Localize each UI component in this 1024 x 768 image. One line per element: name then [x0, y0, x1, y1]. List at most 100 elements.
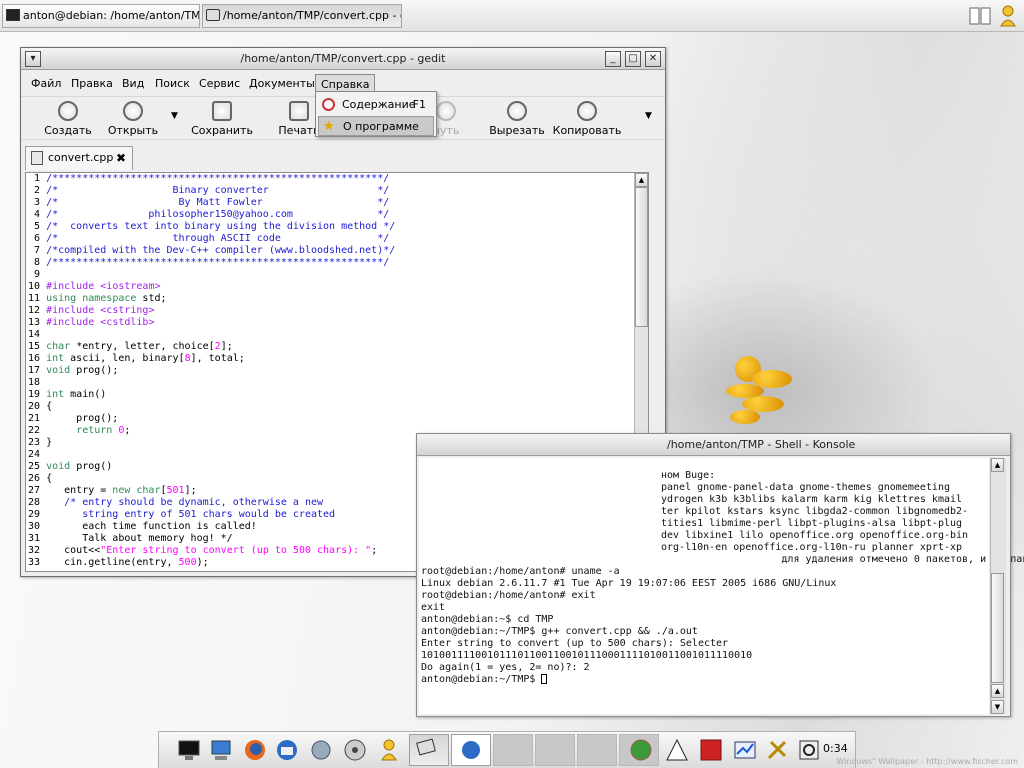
window-menu-button[interactable]: ▾ — [25, 51, 41, 67]
taskbar-button-gedit[interactable] — [409, 734, 449, 766]
maximize-button[interactable]: □ — [625, 51, 641, 67]
code-line: 15 char *entry, letter, choice[2]; — [28, 341, 233, 352]
scrollbar-thumb[interactable] — [991, 573, 1004, 683]
code-line: 7 /*compiled with the Dev-C++ compiler (… — [28, 245, 396, 256]
code-line: 2 /* Binary converter */ — [28, 185, 390, 196]
globe-icon[interactable] — [629, 738, 653, 762]
code-line: 16 int ascii, len, binary[8], total; — [28, 353, 245, 364]
book-icon[interactable] — [968, 4, 992, 28]
taskbar-item-gedit[interactable]: /home/anton/TMP/convert.cpp - gedi — [202, 4, 402, 28]
konsole-titlebar[interactable]: /home/anton/TMP - Shell - Konsole — [417, 434, 1010, 456]
wallpaper-watermark: Windows" Wallpaper - http://www.fischer.… — [836, 757, 1018, 766]
about-label: О программе — [343, 120, 419, 133]
text-editor-icon — [206, 9, 220, 21]
scroll-down-icon[interactable]: ▼ — [991, 700, 1004, 714]
taskbar-item-konsole[interactable]: anton@debian: /home/anton/TMP - S — [2, 4, 200, 28]
thunderbird-icon[interactable] — [275, 738, 299, 762]
tux-icon[interactable] — [665, 738, 689, 762]
code-line: 1 /*************************************… — [28, 173, 390, 184]
code-line: 6 /* through ASCII code */ — [28, 233, 390, 244]
code-line: 19 int main() — [28, 389, 107, 400]
terminal-line: anton@debian:~$ cd TMP — [421, 614, 554, 625]
wallpaper-stamen — [730, 410, 760, 424]
code-line: 17 void prog(); — [28, 365, 119, 376]
open-recent-dropdown-icon[interactable]: ▼ — [171, 111, 178, 121]
taskbar-button-empty[interactable] — [493, 734, 533, 766]
user-icon[interactable] — [377, 738, 401, 762]
top-panel: anton@debian: /home/anton/TMP - S /home/… — [0, 0, 1024, 32]
code-line: 9 — [28, 269, 41, 280]
bottom-panel: 0:34 — [158, 731, 856, 768]
computer-icon[interactable] — [209, 738, 233, 762]
terminal-line: ter kpilot kstars ksync libgda2-common l… — [661, 506, 969, 517]
terminal-line: Enter string to convert (up to 500 chars… — [421, 638, 729, 649]
konsole-title: /home/anton/TMP - Shell - Konsole — [667, 438, 856, 451]
taskbar-button-empty[interactable] — [577, 734, 617, 766]
tools-icon[interactable] — [765, 738, 789, 762]
scroll-down-icon[interactable]: ▲ — [991, 684, 1004, 698]
tab-convert-cpp[interactable]: convert.cpp ✖ — [25, 146, 133, 170]
code-line: 3 /* By Matt Fowler */ — [28, 197, 390, 208]
office-icon[interactable] — [699, 738, 723, 762]
taskbar-item-label: /home/anton/TMP/convert.cpp - gedi — [223, 9, 401, 22]
menu-item-contents[interactable]: Содержание F1 — [318, 95, 434, 115]
copy-button[interactable]: Копировать — [551, 99, 623, 139]
star-icon: ★ — [323, 119, 335, 134]
network-icon[interactable] — [309, 738, 333, 762]
terminal-line: anton@debian:~/TMP$ — [421, 674, 1024, 686]
code-line: 14 — [28, 329, 41, 340]
terminal-line: panel gnome-panel-data gnome-themes gnom… — [661, 482, 950, 493]
code-line: 18 — [28, 377, 41, 388]
menu-file[interactable]: Файл — [26, 74, 66, 93]
new-button[interactable]: Создать — [43, 99, 93, 139]
cd-player-icon[interactable] — [343, 738, 367, 762]
scrollbar-thumb[interactable] — [635, 187, 648, 327]
minimize-button[interactable]: _ — [605, 51, 621, 67]
firefox-icon[interactable] — [243, 738, 267, 762]
menu-view[interactable]: Вид — [117, 74, 149, 93]
menu-search[interactable]: Поиск — [150, 74, 195, 93]
paste-icon — [436, 101, 456, 121]
scroll-up-icon[interactable]: ▲ — [991, 458, 1004, 472]
copy-label: Копировать — [552, 124, 622, 137]
code-line: 5 /* converts text into binary using the… — [28, 221, 396, 232]
taskbar-button-thunderbird[interactable] — [451, 734, 491, 766]
close-tab-icon[interactable]: ✖ — [116, 147, 126, 169]
taskbar-button-empty[interactable] — [535, 734, 575, 766]
code-line: 10 #include <iostream> — [28, 281, 161, 292]
terminal-scrollbar[interactable]: ▲ ▲ ▼ — [990, 458, 1006, 714]
scroll-up-icon[interactable]: ▲ — [635, 173, 648, 187]
terminal-line: для удаления отмечено 0 пакетов, и 45 па… — [781, 554, 1024, 565]
chart-app-icon[interactable] — [733, 738, 757, 762]
terminal-line: Linux debian 2.6.11.7 #1 Tue Apr 19 19:0… — [421, 578, 837, 589]
code-line: 8 /*************************************… — [28, 257, 390, 268]
gedit-titlebar[interactable]: ▾ /home/anton/TMP/convert.cpp - gedit _ … — [21, 48, 665, 70]
copy-icon — [577, 101, 597, 121]
user-icon[interactable] — [996, 4, 1020, 28]
lifebuoy-icon — [322, 98, 335, 111]
terminal-line: org-l10n-en openoffice.org-l10n-ru plann… — [661, 542, 963, 553]
cut-button[interactable]: Вырезать — [489, 99, 545, 139]
konsole-window: /home/anton/TMP - Shell - Konsole ном Bu… — [416, 433, 1024, 717]
menu-item-about[interactable]: ★ О программе — [318, 116, 434, 136]
toolbar-overflow-icon[interactable]: ▼ — [645, 111, 652, 121]
menu-tools[interactable]: Сервис — [194, 74, 245, 93]
document-tabs: convert.cpp ✖ — [21, 142, 665, 170]
file-icon — [31, 151, 43, 165]
power-icon[interactable] — [797, 738, 821, 762]
code-line: 21 prog(); — [28, 413, 119, 424]
save-label: Сохранить — [191, 124, 253, 137]
terminal-line: root@debian:/home/anton# exit — [421, 590, 596, 601]
code-line: 4 /* philosopher150@yahoo.com */ — [28, 209, 390, 220]
open-button[interactable]: Открыть — [105, 99, 161, 139]
open-folder-icon — [123, 101, 143, 121]
code-line: 12 #include <cstring> — [28, 305, 155, 316]
clock[interactable]: 0:34 — [823, 742, 848, 755]
close-button[interactable]: ✕ — [645, 51, 661, 67]
terminal-output[interactable]: ном Buge: panel gnome-panel-data gnome-th… — [421, 458, 1024, 686]
monitor-icon[interactable] — [177, 738, 201, 762]
menu-documents[interactable]: Документы — [244, 74, 320, 93]
code-line: 13 #include <cstdlib> — [28, 317, 155, 328]
save-button[interactable]: Сохранить — [191, 99, 253, 139]
menu-edit[interactable]: Правка — [66, 74, 118, 93]
